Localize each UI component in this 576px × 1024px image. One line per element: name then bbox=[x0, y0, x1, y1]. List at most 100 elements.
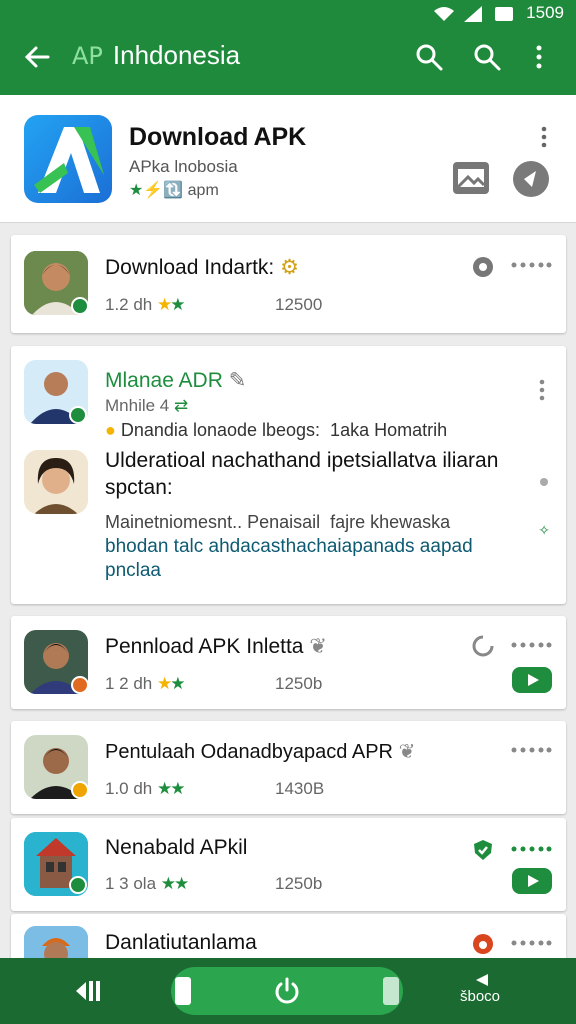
list-item[interactable]: Download Indartk: ⚙ 1.2 dh ★★ 12500 bbox=[11, 235, 566, 333]
item-title: Download Indartk: ⚙ bbox=[105, 255, 299, 280]
item-size: 12500 bbox=[275, 295, 323, 314]
item-desc-5: bhodan talc ahdacasthachaiapanads aapad bbox=[105, 536, 473, 557]
refresh-icon bbox=[472, 635, 494, 657]
top-bar: 1509 AP Inhdonesia bbox=[0, 0, 576, 95]
link-icon: ⇄ bbox=[174, 396, 189, 415]
more-horiz-icon[interactable] bbox=[510, 260, 552, 270]
app-subtitle: APka lnobosia bbox=[129, 157, 238, 176]
verified-badge-icon bbox=[69, 406, 87, 424]
alert-badge-icon bbox=[71, 781, 89, 799]
star-rating-icon: ★★ bbox=[157, 779, 186, 798]
app-title: Download APK bbox=[129, 123, 307, 151]
more-horiz-icon[interactable] bbox=[510, 640, 552, 650]
app-meta-green: ★⚡🔃 bbox=[129, 182, 184, 199]
app-bar-title: AP Inhdonesia bbox=[72, 40, 240, 71]
more-horiz-icon[interactable] bbox=[510, 844, 552, 854]
item-subtitle: Mnhile 4 ⇄ bbox=[105, 396, 188, 416]
app-logo bbox=[24, 115, 112, 203]
item-rating: 1 2 dh ★★ bbox=[105, 674, 186, 694]
bird-icon: ❦ bbox=[398, 741, 416, 763]
avatar bbox=[24, 450, 88, 514]
item-size: 1250b bbox=[275, 874, 323, 893]
item-title-text: Pentulaah Odanadbyapacd APR bbox=[105, 741, 393, 763]
list-item[interactable]: Pennload APK Inletta ❦ 1 2 dh ★★ 1250b bbox=[11, 616, 566, 709]
coin-icon: ● bbox=[105, 420, 116, 440]
back-arrow-icon[interactable] bbox=[22, 42, 52, 72]
navigation-bar: šboco bbox=[0, 958, 576, 1024]
play-icon bbox=[528, 875, 539, 887]
star-rating-icon: ★★ bbox=[157, 674, 186, 693]
star-rating-icon: ★★ bbox=[157, 295, 186, 314]
app-bar-title-text: Inhdonesia bbox=[112, 40, 241, 70]
pill-right-handle bbox=[383, 977, 399, 1005]
item-rating: 1.0 dh ★★ bbox=[105, 779, 186, 799]
list-item-expanded[interactable]: Mlanae ADR ✎ Mnhile 4 ⇄ ● Dnandia lonaod… bbox=[11, 346, 566, 604]
edit-icon: ✎ bbox=[228, 369, 247, 392]
star-rating-icon: ★★ bbox=[160, 874, 190, 893]
play-icon bbox=[528, 674, 539, 686]
a-logo-icon bbox=[34, 127, 104, 193]
more-vert-icon[interactable] bbox=[532, 378, 552, 402]
more-horiz-icon[interactable] bbox=[510, 745, 552, 755]
item-title: Pennload APK Inletta ❦ bbox=[105, 634, 327, 659]
bird-icon: ❦ bbox=[309, 635, 327, 658]
app-meta: ★⚡🔃 apm bbox=[129, 180, 219, 200]
item-title: Danlatiutanlama bbox=[105, 931, 257, 954]
verified-badge-icon bbox=[69, 876, 87, 894]
search-icon-2[interactable] bbox=[472, 42, 502, 72]
status-bar: 1509 bbox=[0, 0, 576, 28]
search-icon[interactable] bbox=[414, 42, 444, 72]
item-rating: 1.2 dh ★★ bbox=[105, 295, 186, 315]
list-item[interactable]: Nenabald APkil 1 3 ola ★★ 1250b bbox=[11, 818, 566, 911]
item-desc-6: pnclaa bbox=[105, 560, 161, 581]
item-rating-text: 1.2 dh bbox=[105, 295, 153, 314]
item-rating: 1 3 ola ★★ bbox=[105, 874, 190, 894]
item-title-text: Pennload APK Inletta bbox=[105, 635, 304, 658]
more-vert-icon[interactable] bbox=[534, 125, 554, 149]
item-desc-3: spctan: bbox=[105, 476, 173, 499]
more-vert-icon[interactable] bbox=[524, 42, 554, 72]
home-pill[interactable] bbox=[171, 967, 403, 1015]
item-desc-1-text: Dnandia lonaode lbeogs: 1aka Homatrih bbox=[120, 420, 448, 440]
back-nav-icon[interactable] bbox=[74, 978, 102, 1004]
item-size: 1430B bbox=[275, 779, 325, 798]
item-subtitle-text: Mnhile 4 bbox=[105, 396, 170, 415]
item-rating-text: 1 3 ola bbox=[105, 874, 157, 893]
play-button[interactable] bbox=[512, 667, 552, 693]
item-title: Pentulaah Odanadbyapacd APR ❦ bbox=[105, 739, 415, 764]
sparkle-icon: ✧ bbox=[538, 522, 550, 538]
triangle-icon bbox=[476, 974, 488, 986]
fire-icon bbox=[473, 934, 493, 954]
play-button[interactable] bbox=[512, 868, 552, 894]
item-rating-text: 1.0 dh bbox=[105, 779, 153, 798]
app-header-card: Download APK APka lnobosia ★⚡🔃 apm bbox=[0, 95, 576, 223]
item-desc-4: Mainetniomesnt.. Penaisail fajre khewask… bbox=[105, 512, 451, 532]
image-mail-icon[interactable] bbox=[452, 161, 490, 195]
more-horiz-icon[interactable] bbox=[510, 938, 552, 948]
item-title-text: Mlanae ADR bbox=[105, 369, 223, 392]
pill-left-handle bbox=[175, 977, 191, 1005]
status-time: 1509 bbox=[526, 3, 564, 22]
shield-icon bbox=[473, 257, 493, 277]
dot-icon bbox=[540, 478, 548, 486]
battery-icon bbox=[495, 7, 513, 21]
list-item[interactable]: Pentulaah Odanadbyapacd APR ❦ 1.0 dh ★★ … bbox=[11, 721, 566, 814]
nav-label[interactable]: šboco bbox=[460, 988, 500, 1005]
item-title-text: Download Indartk: bbox=[105, 256, 275, 279]
signal-icon bbox=[464, 6, 482, 22]
close-icon[interactable] bbox=[512, 160, 550, 198]
power-icon[interactable] bbox=[272, 976, 302, 1006]
wifi-icon bbox=[434, 7, 454, 21]
alert-badge-icon bbox=[71, 676, 89, 694]
item-title: Nenabald APkil bbox=[105, 836, 248, 859]
item-rating-text: 1 2 dh bbox=[105, 674, 153, 693]
item-desc-1: ● Dnandia lonaode lbeogs: 1aka Homatrih bbox=[105, 420, 447, 441]
verified-badge-icon bbox=[71, 297, 89, 315]
item-title: Mlanae ADR ✎ bbox=[105, 368, 246, 393]
app-bar-abbr: AP bbox=[72, 42, 103, 70]
shield-check-icon bbox=[474, 840, 492, 860]
app-meta-text: apm bbox=[187, 182, 219, 199]
gear-icon: ⚙ bbox=[280, 256, 299, 279]
item-size: 1250b bbox=[275, 674, 323, 693]
item-desc-2: Ulderatioal nachathand ipetsiallatva ili… bbox=[105, 449, 499, 472]
